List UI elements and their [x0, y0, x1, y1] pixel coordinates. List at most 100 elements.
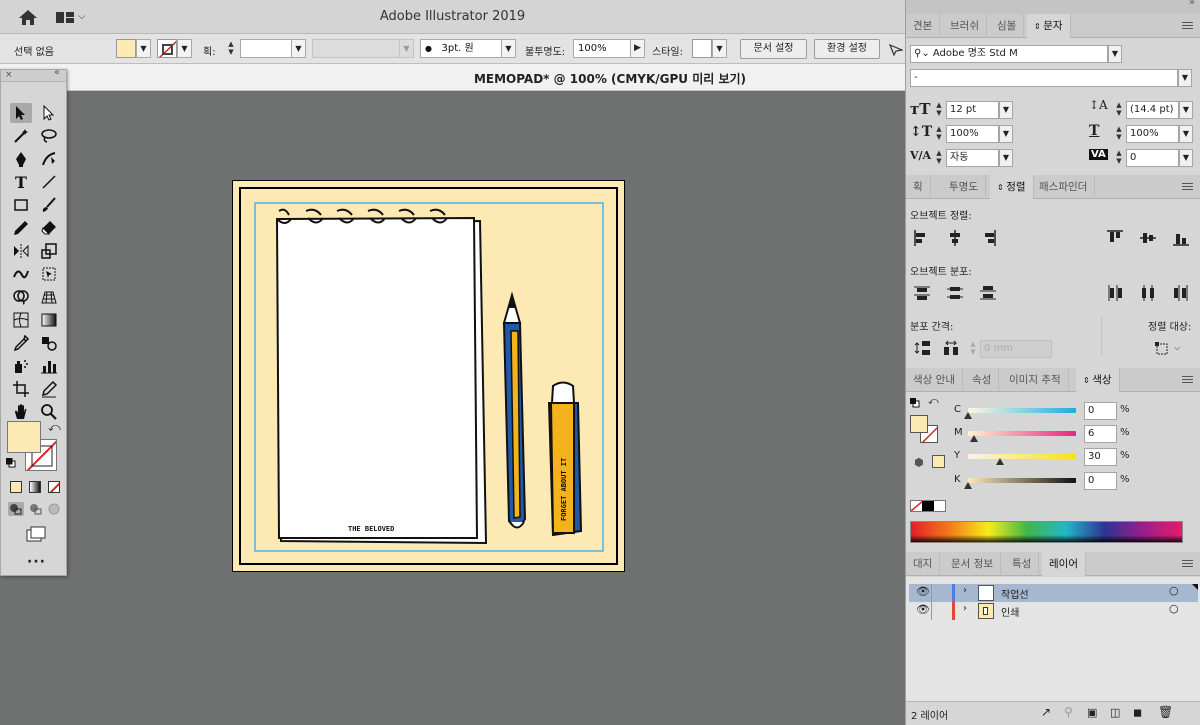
- leading-stepper[interactable]: ▲ ▼: [1114, 101, 1124, 119]
- collapse-dock-icon[interactable]: »: [1189, 0, 1195, 8]
- pen-tool-icon[interactable]: [10, 149, 32, 169]
- free-transform-tool-icon[interactable]: [38, 264, 60, 284]
- yellow-slider-thumb[interactable]: [996, 458, 1005, 465]
- fill-swatch[interactable]: [116, 39, 136, 58]
- distribute-bottom-icon[interactable]: [979, 284, 997, 302]
- vertical-scale-field[interactable]: 100%: [946, 125, 999, 143]
- align-bottom-icon[interactable]: [1172, 229, 1190, 247]
- style-swatch[interactable]: [692, 39, 712, 58]
- export-icon[interactable]: ↗: [1041, 705, 1051, 719]
- line-tool-icon[interactable]: [38, 172, 60, 192]
- scale-tool-icon[interactable]: [38, 241, 60, 261]
- artboard[interactable]: THE BELOVED FORGET ABOUT IT: [232, 180, 625, 572]
- stroke-stepper[interactable]: ▲ ▼: [226, 40, 236, 58]
- stroke-weight-dropdown[interactable]: ▼: [291, 39, 306, 58]
- tab-layers[interactable]: 레이어: [1042, 552, 1086, 576]
- vertical-distribute-space-icon[interactable]: [913, 339, 931, 357]
- align-top-icon[interactable]: [1106, 229, 1124, 247]
- tab-brushes[interactable]: 브러쉬: [943, 14, 987, 38]
- black-slider[interactable]: [968, 478, 1076, 483]
- distribute-right-icon[interactable]: [1172, 284, 1190, 302]
- document-tab[interactable]: MEMOPAD* @ 100% (CMYK/GPU 미리 보기): [0, 64, 905, 91]
- collapse-icon[interactable]: «: [54, 67, 60, 78]
- font-size-field[interactable]: 12 pt: [946, 101, 999, 119]
- curvature-tool-icon[interactable]: [38, 149, 60, 169]
- expand-chevron-icon[interactable]: ›: [963, 603, 967, 614]
- tracking-dropdown[interactable]: ▼: [1179, 149, 1193, 167]
- eraser-tool-icon[interactable]: [38, 218, 60, 238]
- draw-inside-icon[interactable]: [48, 503, 61, 515]
- hand-tool-icon[interactable]: [10, 402, 32, 422]
- tab-attributes[interactable]: 속성: [965, 368, 1000, 392]
- font-style-field[interactable]: -: [910, 69, 1178, 87]
- horizontal-scale-field[interactable]: 100%: [1126, 125, 1179, 143]
- black-field[interactable]: 0: [1084, 472, 1117, 490]
- target-circle-icon[interactable]: ○: [1169, 602, 1179, 615]
- fill-color-swatch[interactable]: [7, 421, 41, 453]
- vertical-scale-stepper[interactable]: ▲ ▼: [934, 125, 944, 143]
- panel-menu-icon[interactable]: [1182, 560, 1193, 567]
- font-size-dropdown[interactable]: ▼: [999, 101, 1013, 119]
- distribute-horizontal-center-icon[interactable]: [1139, 284, 1157, 302]
- artboard-tool-icon[interactable]: [10, 379, 32, 399]
- tab-color-guide[interactable]: 색상 안내: [906, 368, 963, 392]
- color-spectrum[interactable]: [910, 521, 1183, 543]
- preferences-button[interactable]: 환경 설정: [814, 39, 880, 59]
- stroke-swatch[interactable]: [157, 39, 177, 58]
- tab-swatches[interactable]: 견본: [906, 14, 941, 38]
- kerning-field[interactable]: 자동: [946, 149, 999, 167]
- color-mode-icon[interactable]: [10, 481, 22, 493]
- stroke-dropdown[interactable]: ▼: [177, 39, 192, 58]
- lasso-tool-icon[interactable]: [38, 126, 60, 146]
- nearest-color-swatch[interactable]: [932, 455, 945, 468]
- visibility-eye-icon[interactable]: 👁: [916, 603, 930, 616]
- font-family-field[interactable]: ⚲⌄ Adobe 명조 Std M: [910, 45, 1108, 63]
- eyedropper-tool-icon[interactable]: [10, 333, 32, 353]
- layer-row[interactable]: 👁 › 작업선 ○: [909, 584, 1198, 602]
- panel-menu-icon[interactable]: [1182, 183, 1193, 190]
- leading-dropdown[interactable]: ▼: [1179, 101, 1193, 119]
- tab-pathfinder[interactable]: 패스파인더: [1032, 175, 1096, 199]
- align-vertical-center-icon[interactable]: [1139, 229, 1157, 247]
- brush-dropdown[interactable]: ▼: [501, 39, 516, 58]
- gradient-mode-icon[interactable]: [29, 481, 41, 493]
- locate-object-icon[interactable]: ⚲: [1064, 705, 1073, 719]
- rectangle-tool-icon[interactable]: [10, 195, 32, 215]
- document-setup-button[interactable]: 문서 설정: [740, 39, 807, 59]
- tab-symbols[interactable]: 심볼: [990, 14, 1025, 38]
- more-tools-icon[interactable]: ···: [27, 554, 46, 570]
- horizontal-scale-dropdown[interactable]: ▼: [1179, 125, 1193, 143]
- close-icon[interactable]: ×: [5, 70, 13, 80]
- align-to-selection-icon[interactable]: [1154, 339, 1172, 357]
- kerning-dropdown[interactable]: ▼: [999, 149, 1013, 167]
- cyan-slider-thumb[interactable]: [964, 412, 972, 419]
- distribute-vertical-center-icon[interactable]: [946, 284, 964, 302]
- new-layer-icon[interactable]: ◼: [1133, 706, 1142, 719]
- panel-menu-icon[interactable]: [1182, 22, 1193, 29]
- screen-mode-icon[interactable]: [25, 525, 47, 543]
- column-graph-tool-icon[interactable]: [38, 356, 60, 376]
- dock-header[interactable]: »: [906, 0, 1200, 14]
- tab-document-info[interactable]: 문서 정보: [944, 552, 1001, 576]
- distribute-left-icon[interactable]: [1106, 284, 1124, 302]
- direct-selection-tool-icon[interactable]: [38, 103, 60, 123]
- yellow-slider[interactable]: [968, 454, 1076, 459]
- target-circle-icon[interactable]: ○: [1169, 584, 1179, 597]
- chevron-down-icon[interactable]: ⌵: [1174, 343, 1180, 353]
- brush-field[interactable]: ● 3pt. 원: [420, 39, 502, 58]
- new-sublayer-icon[interactable]: ◫: [1110, 706, 1120, 719]
- shape-builder-tool-icon[interactable]: [10, 287, 32, 307]
- tab-artboards[interactable]: 대지: [906, 552, 941, 576]
- tab-color[interactable]: ⇕ 색상: [1076, 368, 1120, 392]
- font-style-dropdown[interactable]: ▼: [1178, 69, 1192, 87]
- blend-tool-icon[interactable]: [38, 333, 60, 353]
- gradient-tool-icon[interactable]: [38, 310, 60, 330]
- tab-image-trace[interactable]: 이미지 추적: [1002, 368, 1069, 392]
- slice-tool-icon[interactable]: [38, 379, 60, 399]
- font-size-stepper[interactable]: ▲ ▼: [934, 101, 944, 119]
- none-mode-icon[interactable]: [48, 481, 60, 493]
- pencil-tool-icon[interactable]: [10, 218, 32, 238]
- swap-fill-stroke-icon[interactable]: ⤺: [48, 420, 61, 435]
- selection-tool-icon[interactable]: [10, 103, 32, 123]
- tab-properties[interactable]: 특성: [1005, 552, 1040, 576]
